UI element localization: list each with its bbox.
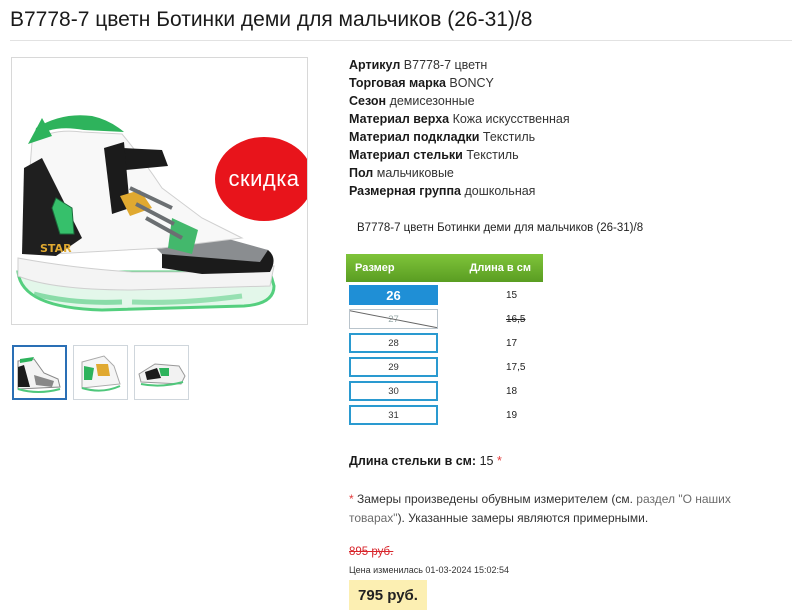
spec-upper-material: Материал верха Кожа искусственная [349,112,570,126]
size-length: 17 [506,337,518,349]
current-price: 795 руб. [349,580,427,610]
size-row: 27 16,5 [346,309,543,329]
spec-brand: Торговая марка BONCY [349,76,494,90]
thumbnail-3[interactable] [134,345,189,400]
size-button-29[interactable]: 29 [349,357,438,377]
thumbnail-1[interactable] [12,345,67,400]
size-length: 15 [506,289,518,301]
size-table: Размер Длина в см 26 15 27 16,5 28 17 29… [346,254,543,425]
size-length: 19 [506,409,518,421]
size-table-header: Размер Длина в см [346,254,543,282]
insole-length: Длина стельки в см: 15 * [349,454,502,468]
note-text-after: ). Указанные замеры являются примерными. [397,511,649,525]
note-text-before: Замеры произведены обувным измерителем (… [353,492,637,506]
size-button-26[interactable]: 26 [349,285,438,305]
spec-size-group: Размерная группа дошкольная [349,184,536,198]
size-button-28[interactable]: 28 [349,333,438,353]
title-divider [10,40,792,41]
thumbnail-2[interactable] [73,345,128,400]
product-title: B7778-7 цветн Ботинки деми для мальчиков… [10,8,533,31]
thumbnail-gallery [12,345,189,400]
sale-badge: скидка [215,137,307,221]
spec-gender: Пол мальчиковые [349,166,454,180]
spec-insole-material: Материал стельки Текстиль [349,148,519,162]
product-subtitle: B7778-7 цветн Ботинки деми для мальчиков… [357,222,644,234]
size-row: 29 17,5 [346,357,543,377]
size-length: 18 [506,385,518,397]
size-row: 28 17 [346,333,543,353]
old-price: 895 руб. [349,546,394,558]
size-button-31[interactable]: 31 [349,405,438,425]
measurement-note: * Замеры произведены обувным измерителем… [349,490,779,528]
svg-text:STAR: STAR [40,242,72,255]
size-column-header: Размер [355,262,395,274]
size-length: 17,5 [506,361,526,373]
insole-label: Длина стельки в см: [349,454,477,468]
spec-season: Сезон демисезонные [349,94,475,108]
size-row: 26 15 [346,285,543,305]
product-specs: Артикул B7778-7 цветн Торговая марка BON… [349,56,570,200]
price-changed-date: Цена изменилась 01-03-2024 15:02:54 [349,565,510,575]
size-length: 16,5 [506,313,526,325]
insole-value: 15 [479,454,494,468]
length-column-header: Длина в см [469,262,531,274]
size-row: 31 19 [346,405,543,425]
spec-lining-material: Материал подкладки Текстиль [349,130,536,144]
main-product-image[interactable]: STAR скидка [11,57,308,325]
size-button-30[interactable]: 30 [349,381,438,401]
size-row: 30 18 [346,381,543,401]
insole-asterisk: * [496,454,502,468]
spec-article: Артикул B7778-7 цветн [349,58,488,72]
size-button-27-unavailable: 27 [349,309,438,329]
